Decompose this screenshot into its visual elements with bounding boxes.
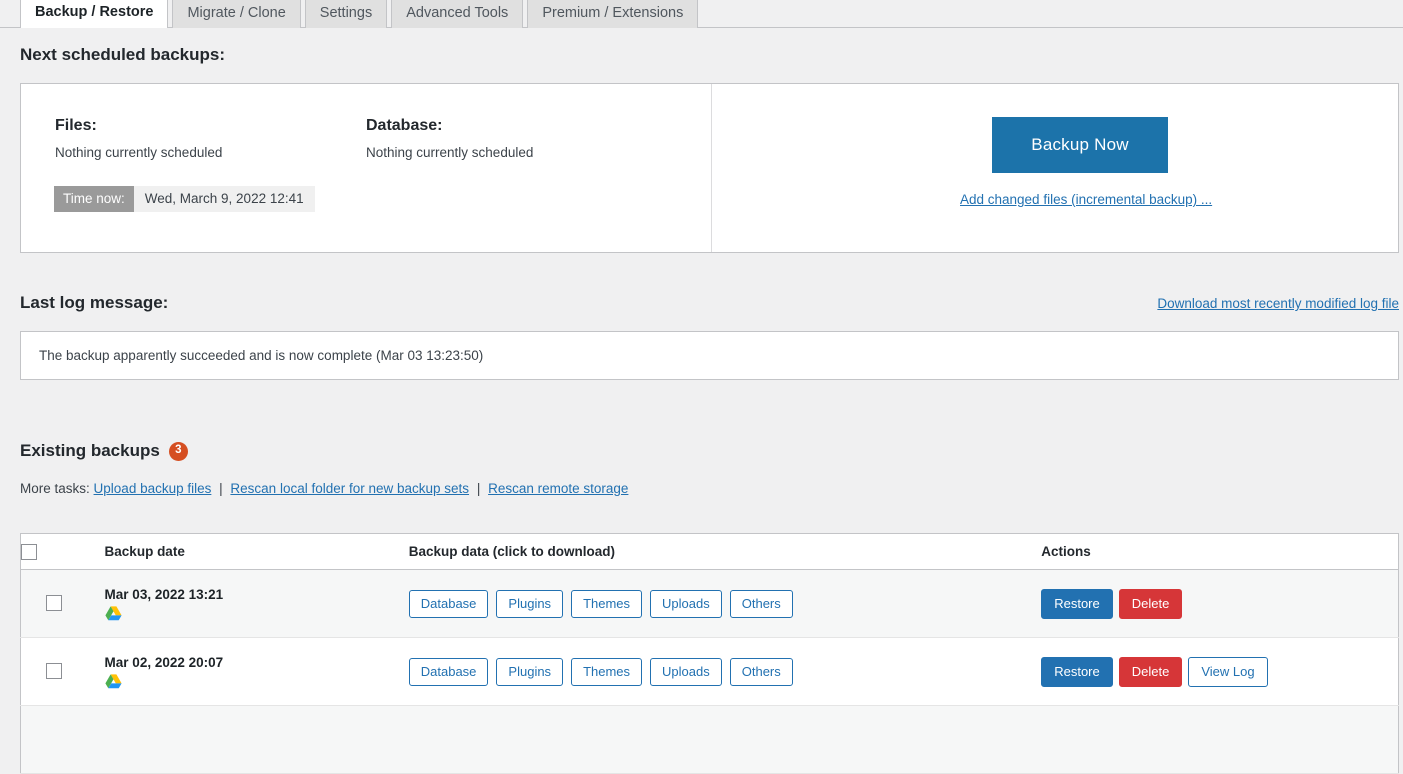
backup-now-button[interactable]: Backup Now	[992, 117, 1168, 173]
files-status: Nothing currently scheduled	[55, 145, 223, 160]
table-row: Mar 03, 2022 13:21 Database Plugins Them…	[20, 569, 1399, 638]
task-separator-1: |	[219, 481, 223, 496]
existing-backups-table: Backup date Backup data (click to downlo…	[20, 533, 1399, 774]
download-database-button[interactable]: Database	[408, 657, 489, 686]
database-schedule-column: Database: Nothing currently scheduled	[366, 117, 533, 160]
table-header-row: Backup date Backup data (click to downlo…	[20, 533, 1399, 570]
backup-action-pane: Backup Now Add changed files (incrementa…	[712, 84, 1398, 252]
database-label: Database:	[366, 117, 443, 134]
tab-backup-restore[interactable]: Backup / Restore	[20, 0, 169, 28]
scheduled-backups-heading: Next scheduled backups:	[20, 45, 226, 64]
backup-date-cell: Mar 03, 2022 13:21	[86, 569, 389, 638]
actions-cell	[1021, 705, 1399, 774]
database-status: Nothing currently scheduled	[366, 145, 534, 160]
rescan-local-folder-link[interactable]: Rescan local folder for new backup sets	[230, 481, 469, 496]
time-now-label: Time now:	[54, 186, 134, 212]
tab-settings[interactable]: Settings	[304, 0, 388, 28]
restore-button[interactable]: Restore	[1041, 588, 1113, 619]
scheduled-backups-card: Files: Nothing currently scheduled Datab…	[20, 83, 1399, 253]
row-select-cell	[20, 705, 87, 774]
tab-advanced-tools[interactable]: Advanced Tools	[391, 0, 524, 28]
actions-cell: Restore Delete View Log	[1021, 637, 1399, 706]
download-plugins-button[interactable]: Plugins	[496, 589, 564, 618]
select-all-checkbox[interactable]	[21, 543, 37, 560]
download-themes-button[interactable]: Themes	[571, 589, 643, 618]
existing-backups-heading-row: Existing backups 3	[20, 441, 188, 461]
tab-bar: Backup / Restore Migrate / Clone Setting…	[0, 0, 1403, 28]
schedule-info-pane: Files: Nothing currently scheduled Datab…	[21, 84, 712, 252]
column-header-backup-data: Backup data (click to download)	[388, 533, 1022, 570]
row-select-cell	[20, 569, 87, 638]
download-others-button[interactable]: Others	[729, 589, 793, 618]
backup-date-text: Mar 03, 2022 13:21	[104, 586, 224, 602]
more-tasks-row: More tasks: Upload backup files | Rescan…	[20, 481, 628, 496]
backup-date-cell: Mar 02, 2022 20:07	[86, 637, 389, 706]
column-header-actions: Actions	[1021, 533, 1399, 570]
actions-cell: Restore Delete	[1021, 569, 1399, 638]
table-row: Mar 02, 2022 20:07 Database Plugins Them…	[20, 637, 1399, 706]
restore-button[interactable]: Restore	[1041, 656, 1113, 687]
download-uploads-button[interactable]: Uploads	[650, 589, 722, 618]
incremental-backup-link[interactable]: Add changed files (incremental backup) .…	[960, 192, 1212, 207]
select-all-header	[20, 533, 87, 570]
backup-data-cell: Database Plugins Themes Uploads Others	[388, 637, 1022, 706]
backup-date-text: Mar 02, 2022 20:07	[104, 654, 224, 670]
tab-premium-extensions[interactable]: Premium / Extensions	[527, 0, 699, 28]
existing-backups-heading: Existing backups	[20, 441, 160, 460]
row-checkbox[interactable]	[45, 595, 62, 612]
backup-data-cell	[388, 705, 1022, 774]
row-checkbox[interactable]	[45, 663, 62, 680]
files-schedule-column: Files: Nothing currently scheduled	[55, 117, 222, 160]
google-drive-icon	[104, 673, 122, 688]
time-now-value: Wed, March 9, 2022 12:41	[133, 186, 315, 212]
column-header-backup-date: Backup date	[86, 533, 389, 570]
row-select-cell	[20, 637, 87, 706]
delete-button[interactable]: Delete	[1118, 588, 1183, 619]
existing-backups-count-badge: 3	[168, 441, 188, 461]
download-uploads-button[interactable]: Uploads	[650, 657, 722, 686]
backup-date-cell	[86, 705, 389, 774]
rescan-remote-storage-link[interactable]: Rescan remote storage	[488, 481, 628, 496]
tab-migrate-clone[interactable]: Migrate / Clone	[172, 0, 301, 28]
download-plugins-button[interactable]: Plugins	[496, 657, 564, 686]
download-log-file-link[interactable]: Download most recently modified log file	[1157, 296, 1399, 311]
upload-backup-files-link[interactable]: Upload backup files	[94, 481, 212, 496]
download-themes-button[interactable]: Themes	[571, 657, 643, 686]
view-log-button[interactable]: View Log	[1188, 656, 1268, 687]
download-database-button[interactable]: Database	[408, 589, 489, 618]
backup-data-cell: Database Plugins Themes Uploads Others	[388, 569, 1022, 638]
last-log-heading: Last log message:	[20, 293, 169, 312]
download-others-button[interactable]: Others	[729, 657, 793, 686]
google-drive-icon	[104, 605, 122, 620]
table-row	[20, 705, 1399, 774]
last-log-message-text: The backup apparently succeeded and is n…	[39, 348, 484, 363]
delete-button[interactable]: Delete	[1118, 656, 1183, 687]
task-separator-2: |	[476, 481, 481, 496]
more-tasks-label: More tasks:	[20, 481, 90, 496]
time-now-badge: Time now: Wed, March 9, 2022 12:41	[54, 186, 315, 212]
files-label: Files:	[55, 117, 97, 134]
last-log-message-box: The backup apparently succeeded and is n…	[20, 331, 1399, 380]
